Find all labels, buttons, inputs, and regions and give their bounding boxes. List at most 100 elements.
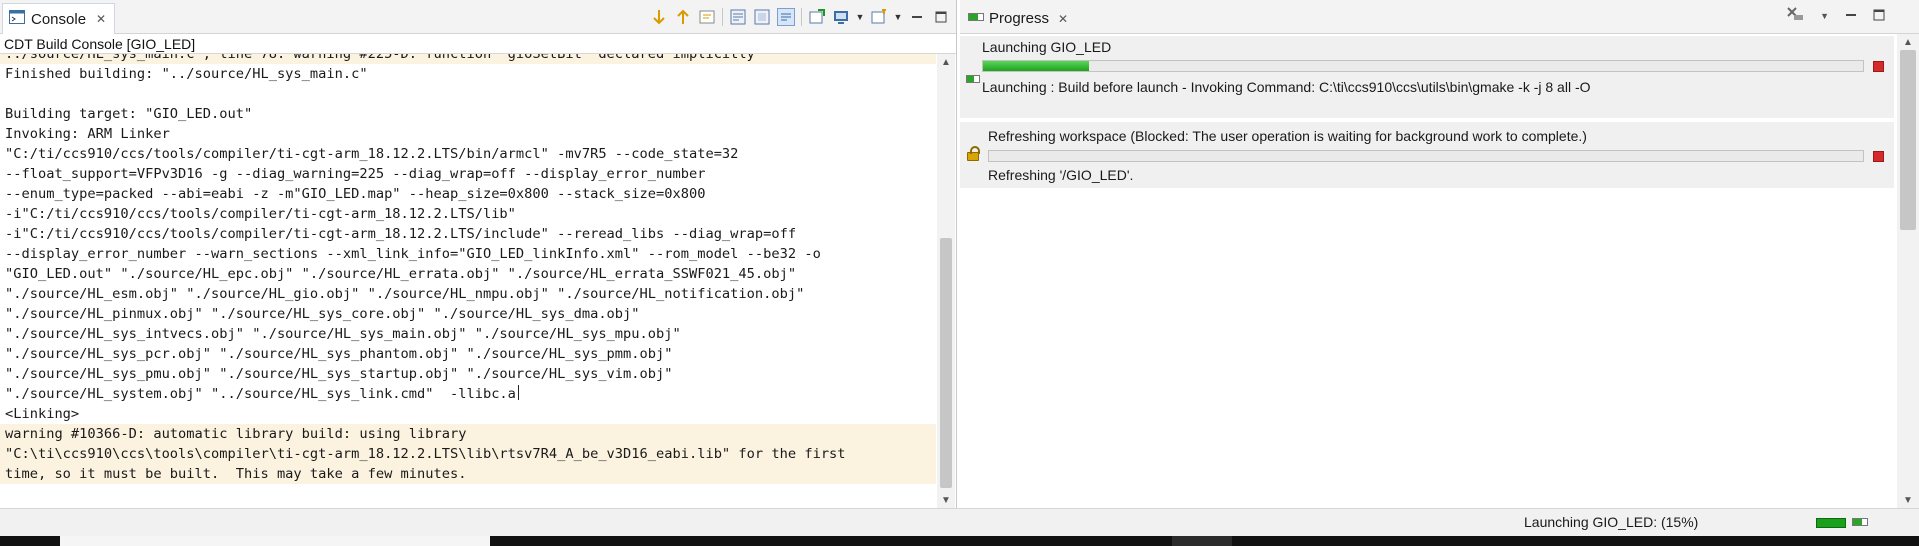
console-line-text: warning #10366-D: automatic library buil… xyxy=(5,426,467,442)
progress-tab[interactable]: Progress ✕ xyxy=(962,3,1074,34)
chevron-down-icon[interactable]: ▼ xyxy=(856,8,865,26)
console-line: -i"C:/ti/ccs910/ccs/tools/compiler/ti-cg… xyxy=(0,224,936,244)
console-line: <Linking> xyxy=(0,404,936,424)
console-line-text: "./source/HL_pinmux.obj" "./source/HL_sy… xyxy=(5,306,640,322)
console-line-text: "./source/HL_esm.obj" "./source/HL_gio.o… xyxy=(5,286,805,302)
progress-tab-icon xyxy=(968,10,984,28)
clear-console-icon[interactable] xyxy=(729,8,747,26)
stop-icon[interactable] xyxy=(1873,151,1884,162)
console-line: "./source/HL_sys_intvecs.obj" "./source/… xyxy=(0,324,936,344)
progress-view-icon[interactable] xyxy=(1852,515,1868,532)
scroll-thumb[interactable] xyxy=(940,238,952,488)
console-line: --display_error_number --warn_sections -… xyxy=(0,244,936,264)
job-subtask: Launching : Build before launch - Invoki… xyxy=(982,79,1591,95)
console-line: --float_support=VFPv3D16 -g --diag_warni… xyxy=(0,164,936,184)
status-progress-text[interactable]: Launching GIO_LED: (15%) xyxy=(1524,514,1698,530)
scroll-thumb[interactable] xyxy=(1900,50,1916,230)
job-progress-fill xyxy=(983,61,1089,71)
console-line-text: -i"C:/ti/ccs910/ccs/tools/compiler/ti-cg… xyxy=(5,226,797,242)
console-line-text: "C:/ti/ccs910/ccs/tools/compiler/ti-cgt-… xyxy=(5,146,739,162)
console-line: "./source/HL_sys_pmu.obj" "./source/HL_s… xyxy=(0,364,936,384)
taskbar-item[interactable] xyxy=(60,536,490,546)
job-title: Refreshing workspace (Blocked: The user … xyxy=(988,128,1587,144)
scroll-up-arrow-icon[interactable]: ▲ xyxy=(937,54,955,70)
status-progress-bar[interactable] xyxy=(1816,518,1846,528)
progress-vertical-scrollbar[interactable]: ▲ ▼ xyxy=(1897,34,1919,508)
minimize-icon[interactable] xyxy=(908,8,926,26)
console-line: "./source/HL_esm.obj" "./source/HL_gio.o… xyxy=(0,284,936,304)
progress-job-refreshing[interactable]: Refreshing workspace (Blocked: The user … xyxy=(960,122,1894,188)
console-output[interactable]: ../source/HL_sys_main.c", line 78: warni… xyxy=(0,54,936,485)
chevron-down-icon[interactable]: ▼ xyxy=(1820,11,1829,21)
maximize-icon[interactable] xyxy=(932,8,950,26)
console-line: Finished building: "../source/HL_sys_mai… xyxy=(0,64,936,84)
maximize-icon[interactable] xyxy=(1873,8,1885,24)
text-caret xyxy=(517,385,519,400)
status-line: Launching GIO_LED: (15%) xyxy=(0,508,1919,536)
console-view: Console ✕ ▼ ▼ CDT Build Console [GIO_LED… xyxy=(0,0,957,508)
scroll-up-arrow-icon[interactable]: ▲ xyxy=(1897,34,1919,50)
console-line-text: ../source/HL_sys_main.c", line 78: warni… xyxy=(5,54,755,62)
taskbar xyxy=(0,536,1919,546)
progress-job-launching[interactable]: Launching GIO_LED Launching : Build befo… xyxy=(960,36,1894,118)
display-console-icon[interactable] xyxy=(832,8,850,26)
word-wrap-active-icon[interactable] xyxy=(777,8,795,26)
scroll-lock-icon[interactable] xyxy=(650,8,668,26)
progress-tab-label: Progress xyxy=(989,10,1050,27)
console-line: "C:/ti/ccs910/ccs/tools/compiler/ti-cgt-… xyxy=(0,144,936,164)
scroll-down-arrow-icon[interactable]: ▼ xyxy=(1897,492,1919,508)
new-console-icon[interactable] xyxy=(870,8,888,26)
remove-all-finished-icon[interactable] xyxy=(1786,6,1804,25)
console-vertical-scrollbar[interactable]: ▲ ▼ xyxy=(937,54,955,508)
running-job-icon xyxy=(966,72,980,86)
taskbar-item[interactable] xyxy=(1172,536,1232,546)
console-line: --enum_type=packed --abi=eabi -z -m"GIO_… xyxy=(0,184,936,204)
show-console-icon[interactable] xyxy=(753,8,771,26)
console-tab-bar: Console ✕ ▼ ▼ xyxy=(0,0,956,34)
console-line-text: --display_error_number --warn_sections -… xyxy=(5,246,821,262)
pin-console-icon[interactable] xyxy=(674,8,692,26)
console-tab[interactable]: Console ✕ xyxy=(2,3,116,34)
console-line: Invoking: ARM Linker xyxy=(0,124,936,144)
console-horizontal-area xyxy=(0,486,936,508)
job-title: Launching GIO_LED xyxy=(982,39,1112,55)
console-line: "./source/HL_pinmux.obj" "./source/HL_sy… xyxy=(0,304,936,324)
console-tab-label: Console xyxy=(31,10,87,28)
console-tab-icon xyxy=(9,10,25,28)
console-line-text: "./source/HL_system.obj" "../source/HL_s… xyxy=(5,386,516,402)
chevron-down-icon[interactable]: ▼ xyxy=(894,8,903,26)
progress-toolbar: ▼ xyxy=(1786,6,1885,25)
console-lines: ../source/HL_sys_main.c", line 78: warni… xyxy=(0,54,936,484)
console-line-text: "./source/HL_sys_pcr.obj" "./source/HL_s… xyxy=(5,346,673,362)
toolbar-separator xyxy=(722,8,723,26)
console-line-text: --float_support=VFPv3D16 -g --diag_warni… xyxy=(5,166,706,182)
console-line-text: --enum_type=packed --abi=eabi -z -m"GIO_… xyxy=(5,186,706,202)
console-name-label: CDT Build Console [GIO_LED] xyxy=(4,36,196,52)
job-progress-bar xyxy=(988,150,1864,162)
progress-tab-bar: Progress ✕ ▼ xyxy=(960,0,1919,34)
stop-icon[interactable] xyxy=(1873,61,1884,72)
lock-icon xyxy=(966,145,980,161)
console-line-text: "GIO_LED.out" "./source/HL_epc.obj" "./s… xyxy=(5,266,797,282)
close-icon[interactable]: ✕ xyxy=(1058,12,1068,26)
console-line-text: <Linking> xyxy=(5,406,80,422)
console-line-text: -i"C:/ti/ccs910/ccs/tools/compiler/ti-cg… xyxy=(5,206,516,222)
console-line-text: "./source/HL_sys_intvecs.obj" "./source/… xyxy=(5,326,681,342)
toolbar-separator xyxy=(801,8,802,26)
close-icon[interactable]: ✕ xyxy=(96,12,106,26)
job-progress-bar xyxy=(982,60,1864,72)
console-warning-line: ../source/HL_sys_main.c", line 78: warni… xyxy=(0,54,936,64)
minimize-icon[interactable] xyxy=(1845,8,1857,24)
console-warning-line: "C:\ti\ccs910\ccs\tools\compiler\ti-cgt-… xyxy=(0,444,936,464)
console-line: "./source/HL_sys_pcr.obj" "./source/HL_s… xyxy=(0,344,936,364)
pin-icon[interactable] xyxy=(808,8,826,26)
scroll-down-arrow-icon[interactable]: ▼ xyxy=(937,492,955,508)
console-line: "GIO_LED.out" "./source/HL_epc.obj" "./s… xyxy=(0,264,936,284)
console-line: -i"C:/ti/ccs910/ccs/tools/compiler/ti-cg… xyxy=(0,204,936,224)
console-line-text: Finished building: "../source/HL_sys_mai… xyxy=(5,66,368,82)
console-warning-line: time, so it must be built. This may take… xyxy=(0,464,936,484)
word-wrap-icon[interactable] xyxy=(698,8,716,26)
job-subtask: Refreshing '/GIO_LED'. xyxy=(988,167,1134,183)
console-line-text: Building target: "GIO_LED.out" xyxy=(5,106,253,122)
